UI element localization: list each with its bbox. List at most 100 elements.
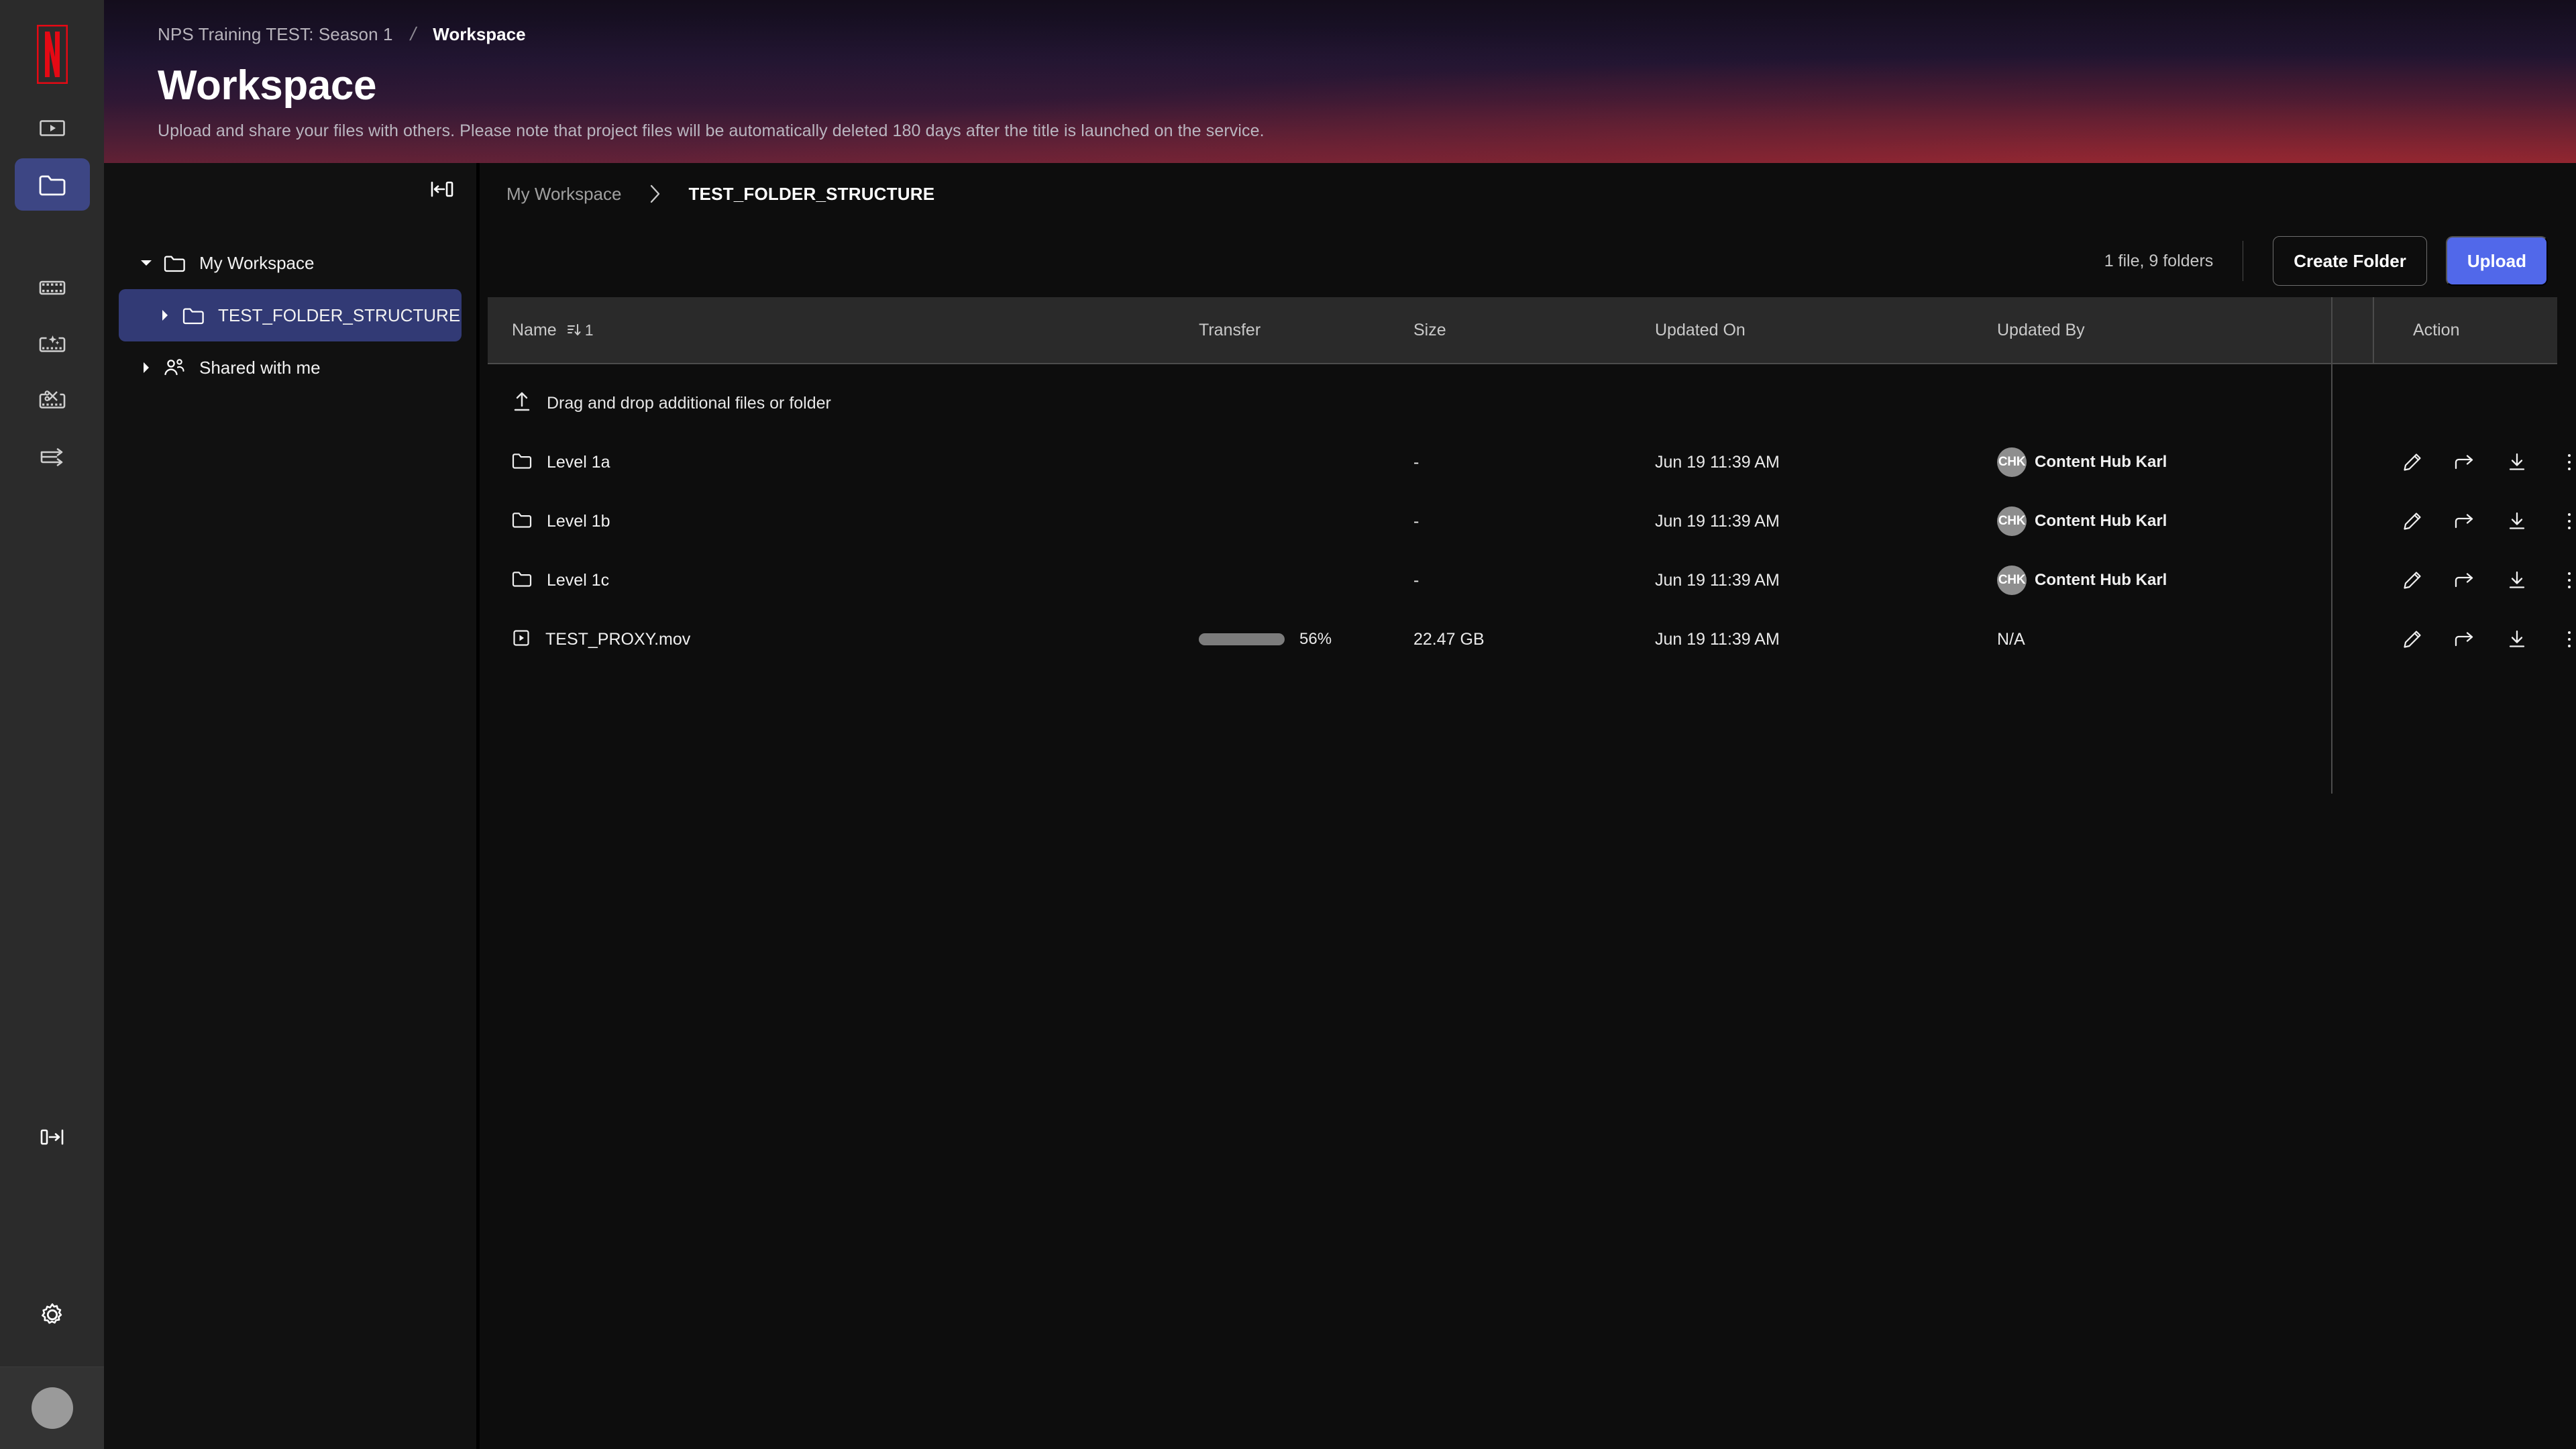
download-icon[interactable] xyxy=(2506,510,2528,533)
tree-item-label: My Workspace xyxy=(199,252,315,273)
share-icon[interactable] xyxy=(2453,569,2476,592)
tree-item-my-workspace[interactable]: My Workspace xyxy=(119,237,462,289)
user-avatar-button[interactable] xyxy=(0,1367,104,1449)
dropzone-row[interactable]: Drag and drop additional files or folder xyxy=(488,374,2576,433)
app-root: NPS Training TEST: Season 1 / Workspace … xyxy=(0,0,2576,1449)
column-header-transfer[interactable]: Transfer xyxy=(1199,321,1413,340)
tree-item-test-folder-structure[interactable]: TEST_FOLDER_STRUCTURE xyxy=(119,289,462,341)
table-row[interactable]: Level 1c - Jun 19 11:39 AM CHK Content H… xyxy=(488,551,2576,610)
row-updated-by: CHK Content Hub Karl xyxy=(1997,566,2373,595)
body-split: My Workspace TEST_FOLDER_STRUCTURE Share… xyxy=(104,163,2576,1449)
updated-by-name: Content Hub Karl xyxy=(2035,571,2167,589)
edit-icon[interactable] xyxy=(2401,451,2424,474)
chevron-down-icon[interactable] xyxy=(135,258,158,268)
download-icon[interactable] xyxy=(2506,451,2528,474)
banner-breadcrumb: NPS Training TEST: Season 1 / Workspace xyxy=(158,23,2576,46)
table-row[interactable]: Level 1b - Jun 19 11:39 AM CHK Content H… xyxy=(488,492,2576,551)
breadcrumb-current-folder: TEST_FOLDER_STRUCTURE xyxy=(688,183,935,204)
row-updated-on: Jun 19 11:39 AM xyxy=(1655,570,1780,590)
avatar: CHK xyxy=(1997,447,2027,477)
gear-icon xyxy=(40,1302,65,1331)
share-icon[interactable] xyxy=(2453,451,2476,474)
upload-icon xyxy=(512,391,532,416)
table-row[interactable]: TEST_PROXY.mov 56% 22.47 GB Jun 19 11:39… xyxy=(488,610,2576,669)
file-count-label: 1 file, 9 folders xyxy=(2104,251,2214,270)
transfer-arrow-icon xyxy=(39,447,66,467)
breadcrumb: My Workspace TEST_FOLDER_STRUCTURE xyxy=(480,163,2576,225)
player-icon xyxy=(39,118,65,138)
updated-by-name: N/A xyxy=(1997,629,2025,649)
tree-item-label: Shared with me xyxy=(199,357,321,378)
people-icon xyxy=(158,358,191,377)
netflix-logo[interactable] xyxy=(32,19,72,90)
create-folder-button[interactable]: Create Folder xyxy=(2273,236,2427,286)
film-strip-scissors-icon xyxy=(39,390,66,411)
column-label: Name xyxy=(512,320,557,339)
panel-collapse-icon xyxy=(431,180,453,201)
column-header-updated-by[interactable]: Updated By xyxy=(1997,321,2373,340)
tree-item-shared-with-me[interactable]: Shared with me xyxy=(119,341,462,394)
chevron-right-icon[interactable] xyxy=(135,361,158,374)
row-updated-by: CHK Content Hub Karl xyxy=(1997,447,2373,477)
column-header-updated-on[interactable]: Updated On xyxy=(1655,321,1997,340)
row-updated-on: Jun 19 11:39 AM xyxy=(1655,511,1780,531)
avatar xyxy=(31,1387,73,1429)
more-vertical-icon[interactable] xyxy=(2558,451,2576,474)
updated-by-name: Content Hub Karl xyxy=(2035,453,2167,471)
row-transfer: 56% xyxy=(1199,630,1413,649)
rail-expand-button[interactable] xyxy=(15,1111,90,1163)
row-actions xyxy=(2373,451,2576,474)
dropzone-label: Drag and drop additional files or folder xyxy=(547,393,831,413)
row-name-cell[interactable]: Level 1c xyxy=(488,570,1199,591)
folder-icon xyxy=(512,511,532,532)
sidebar-item-transfer[interactable] xyxy=(15,431,90,483)
row-updated-by: CHK Content Hub Karl xyxy=(1997,506,2373,536)
row-size: 22.47 GB xyxy=(1413,629,1485,649)
row-updated-on: Jun 19 11:39 AM xyxy=(1655,452,1780,472)
avatar: CHK xyxy=(1997,566,2027,595)
folder-icon xyxy=(176,307,210,325)
breadcrumb-parent[interactable]: NPS Training TEST: Season 1 xyxy=(158,24,393,45)
sidebar-item-effects[interactable] xyxy=(15,318,90,370)
folder-icon xyxy=(158,254,191,272)
tree-collapse-button[interactable] xyxy=(119,163,462,218)
table-row[interactable]: Level 1a - Jun 19 11:39 AM CHK Content H… xyxy=(488,433,2576,492)
folder-icon xyxy=(512,570,532,591)
content-panel: My Workspace TEST_FOLDER_STRUCTURE 1 fil… xyxy=(480,163,2576,1449)
main-area: NPS Training TEST: Season 1 / Workspace … xyxy=(104,0,2576,1449)
upload-button[interactable]: Upload xyxy=(2445,236,2548,286)
sidebar-item-media[interactable] xyxy=(15,262,90,314)
row-name-cell[interactable]: TEST_PROXY.mov xyxy=(488,629,1199,651)
column-header-name[interactable]: Name 1 xyxy=(488,321,1199,340)
edit-icon[interactable] xyxy=(2401,510,2424,533)
download-icon[interactable] xyxy=(2506,628,2528,651)
sidebar-item-workspace[interactable] xyxy=(14,158,90,211)
chevron-right-icon[interactable] xyxy=(154,309,176,322)
edit-icon[interactable] xyxy=(2401,628,2424,651)
file-table: Name 1 Transfer Size Updated On Updated … xyxy=(480,297,2576,1449)
sort-descending-icon[interactable] xyxy=(567,322,582,338)
download-icon[interactable] xyxy=(2506,569,2528,592)
edit-icon[interactable] xyxy=(2401,569,2424,592)
more-vertical-icon[interactable] xyxy=(2558,510,2576,533)
breadcrumb-separator: / xyxy=(408,23,418,44)
row-size: - xyxy=(1413,452,1419,472)
share-icon[interactable] xyxy=(2453,628,2476,651)
row-name: Level 1a xyxy=(547,452,610,472)
avatar: CHK xyxy=(1997,506,2027,536)
folder-icon xyxy=(39,173,66,196)
chevron-right-icon xyxy=(648,183,661,205)
film-strip-icon xyxy=(39,278,66,298)
film-strip-sparkle-icon xyxy=(39,333,66,355)
row-name-cell[interactable]: Level 1b xyxy=(488,511,1199,532)
more-vertical-icon[interactable] xyxy=(2558,569,2576,592)
settings-button[interactable] xyxy=(40,1266,65,1366)
sidebar-item-player[interactable] xyxy=(15,102,90,154)
breadcrumb-my-workspace[interactable]: My Workspace xyxy=(506,184,621,205)
column-header-size[interactable]: Size xyxy=(1413,321,1655,340)
more-vertical-icon[interactable] xyxy=(2558,628,2576,651)
row-name-cell[interactable]: Level 1a xyxy=(488,452,1199,473)
sidebar-item-edit[interactable] xyxy=(15,374,90,427)
share-icon[interactable] xyxy=(2453,510,2476,533)
transfer-progress-bar xyxy=(1199,633,1285,645)
